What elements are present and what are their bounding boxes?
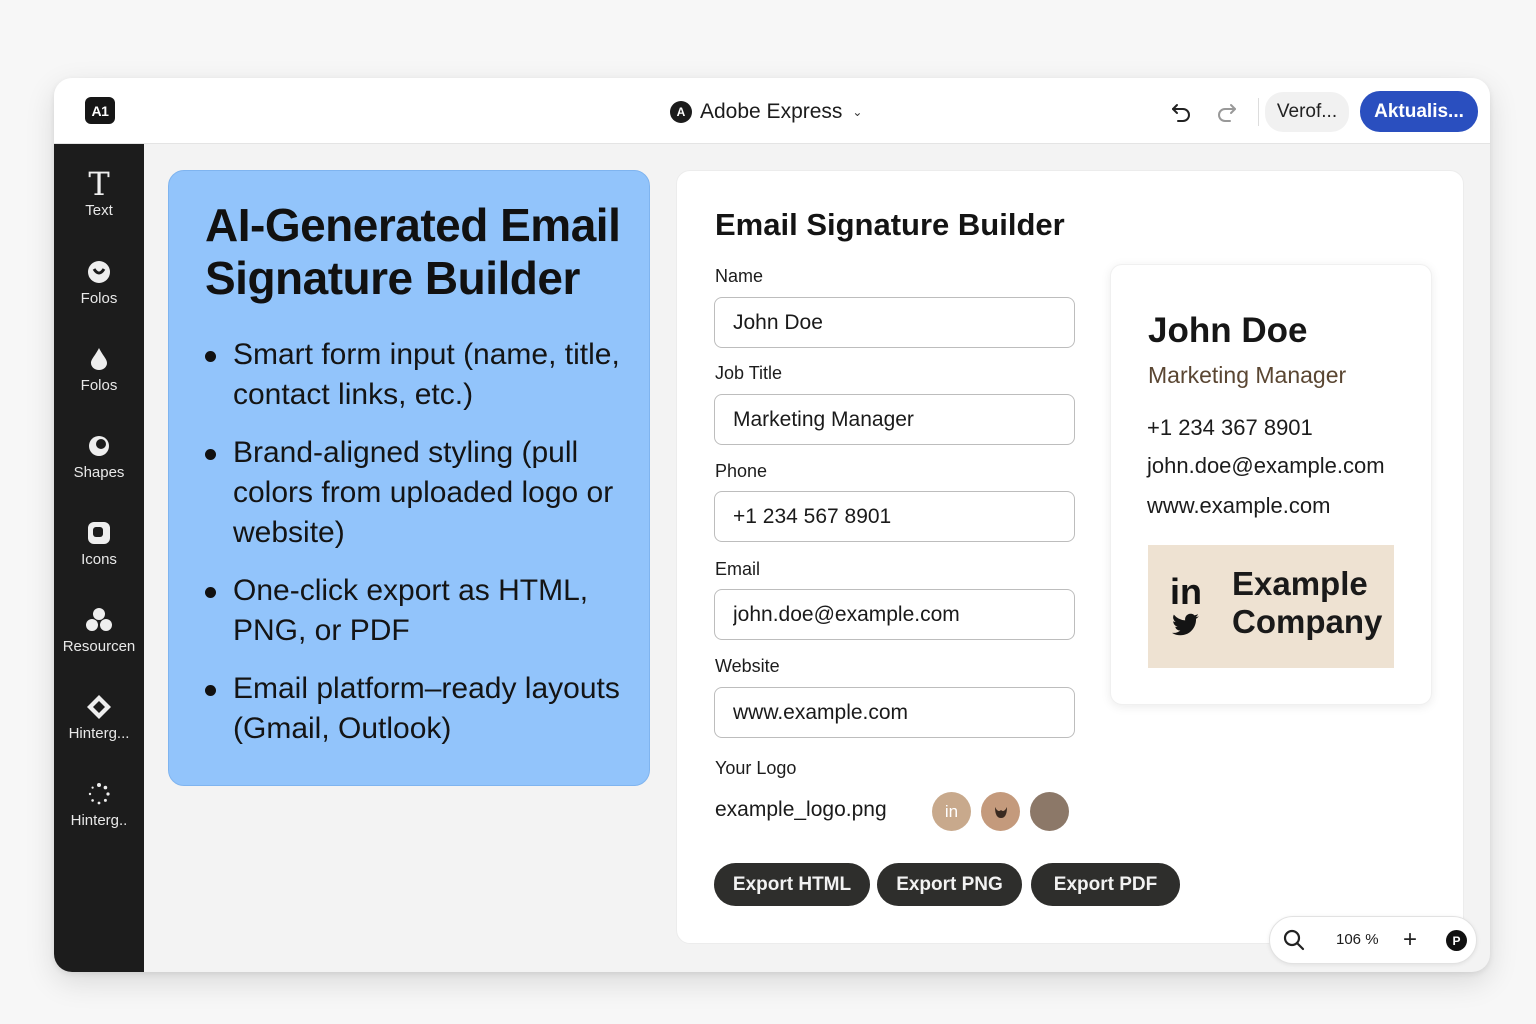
export-pdf-button[interactable]: Export PDF	[1031, 863, 1180, 906]
promo-title: AI-Generated Email Signature Builder	[205, 199, 621, 304]
top-bar: A1 A Adobe Express ⌄ Verof... Aktualis..…	[54, 78, 1490, 144]
preview-phone: +1 234 367 8901	[1147, 415, 1313, 440]
job-title-label: Job Title	[715, 363, 783, 383]
email-label: Email	[715, 559, 761, 579]
sidebar-item-photos-2[interactable]: Folos	[54, 343, 144, 413]
preview-job-title: Marketing Manager	[1148, 362, 1347, 388]
droplet-icon	[86, 343, 112, 375]
color-swatch-linkedin[interactable]: in	[932, 792, 971, 831]
signature-preview-card: John Doe Marketing Manager +1 234 367 89…	[1110, 264, 1432, 705]
twitter-icon[interactable]	[1172, 613, 1200, 642]
feature-list: Smart form input (name, title, contact l…	[205, 335, 623, 749]
sidebar-item-resources[interactable]: Resourcen	[54, 604, 144, 674]
sidebar-item-background[interactable]: Hinterg...	[54, 691, 144, 761]
color-swatch-brand[interactable]	[981, 792, 1020, 831]
loading-icon	[86, 778, 112, 810]
name-label: Name	[715, 266, 764, 286]
profile-badge-icon[interactable]: P	[1446, 930, 1467, 951]
sidebar-item-text[interactable]: T Text	[54, 168, 144, 238]
brand-mark-icon	[994, 806, 1007, 818]
left-sidebar: T Text Folos Folos Shapes Icons Resource…	[54, 144, 144, 972]
zoom-control: 106 % + P	[1269, 916, 1477, 964]
preview-website: www.example.com	[1147, 493, 1331, 518]
preview-company-name: Example Company	[1232, 565, 1383, 640]
resources-icon	[85, 604, 113, 636]
sidebar-item-background-2[interactable]: Hinterg..	[54, 778, 144, 848]
search-icon[interactable]	[1283, 929, 1305, 956]
app-logo[interactable]: A1	[85, 97, 115, 124]
name-field[interactable]	[714, 297, 1075, 348]
linkedin-icon[interactable]: in	[1170, 571, 1202, 613]
logo-filename[interactable]: example_logo.png	[715, 798, 887, 822]
sidebar-item-shapes[interactable]: Shapes	[54, 430, 144, 500]
text-icon: T	[88, 165, 110, 203]
undo-icon[interactable]	[1167, 98, 1195, 126]
linkedin-icon: in	[944, 801, 959, 821]
preview-name: John Doe	[1148, 311, 1308, 350]
icons-icon	[86, 517, 112, 549]
preview-company-block: in Example Company	[1148, 545, 1394, 668]
background-icon	[85, 691, 113, 723]
preview-email: john.doe@example.com	[1147, 453, 1385, 478]
document-title: Adobe Express	[700, 100, 843, 123]
chevron-down-icon: ⌄	[852, 105, 863, 119]
update-button[interactable]: Aktualis...	[1360, 91, 1478, 132]
feature-item: One-click export as HTML, PNG, or PDF	[205, 571, 623, 651]
feature-promo-card[interactable]: AI-Generated Email Signature Builder Sma…	[168, 170, 650, 786]
signature-builder-panel[interactable]: Email Signature Builder Name Job Title P…	[676, 170, 1464, 944]
phone-field[interactable]	[714, 491, 1075, 542]
verify-button[interactable]: Verof...	[1265, 92, 1349, 132]
adobe-express-icon: A	[670, 101, 692, 123]
sidebar-item-photos[interactable]: Folos	[54, 256, 144, 326]
feature-item: Email platform–ready layouts (Gmail, Out…	[205, 669, 623, 749]
photo-icon	[86, 256, 112, 288]
logo-label: Your Logo	[715, 758, 797, 778]
website-label: Website	[715, 656, 780, 676]
app-window: A1 A Adobe Express ⌄ Verof... Aktualis..…	[54, 78, 1490, 972]
redo-icon[interactable]	[1213, 98, 1241, 126]
website-field[interactable]	[714, 687, 1075, 738]
document-title-menu[interactable]: A Adobe Express ⌄	[670, 98, 862, 126]
export-html-button[interactable]: Export HTML	[714, 863, 870, 906]
zoom-in-icon[interactable]: +	[1403, 927, 1417, 953]
sidebar-item-icons[interactable]: Icons	[54, 517, 144, 587]
panel-title: Email Signature Builder	[715, 207, 1065, 242]
shapes-icon	[86, 430, 112, 462]
color-swatch-dark[interactable]	[1030, 792, 1069, 831]
email-field[interactable]	[714, 589, 1075, 640]
zoom-level[interactable]: 106 %	[1336, 931, 1379, 948]
feature-item: Brand-aligned styling (pull colors from …	[205, 433, 623, 553]
phone-label: Phone	[715, 461, 768, 481]
feature-item: Smart form input (name, title, contact l…	[205, 335, 623, 415]
job-title-field[interactable]	[714, 394, 1075, 445]
export-png-button[interactable]: Export PNG	[877, 863, 1022, 906]
toolbar-divider	[1258, 98, 1259, 126]
